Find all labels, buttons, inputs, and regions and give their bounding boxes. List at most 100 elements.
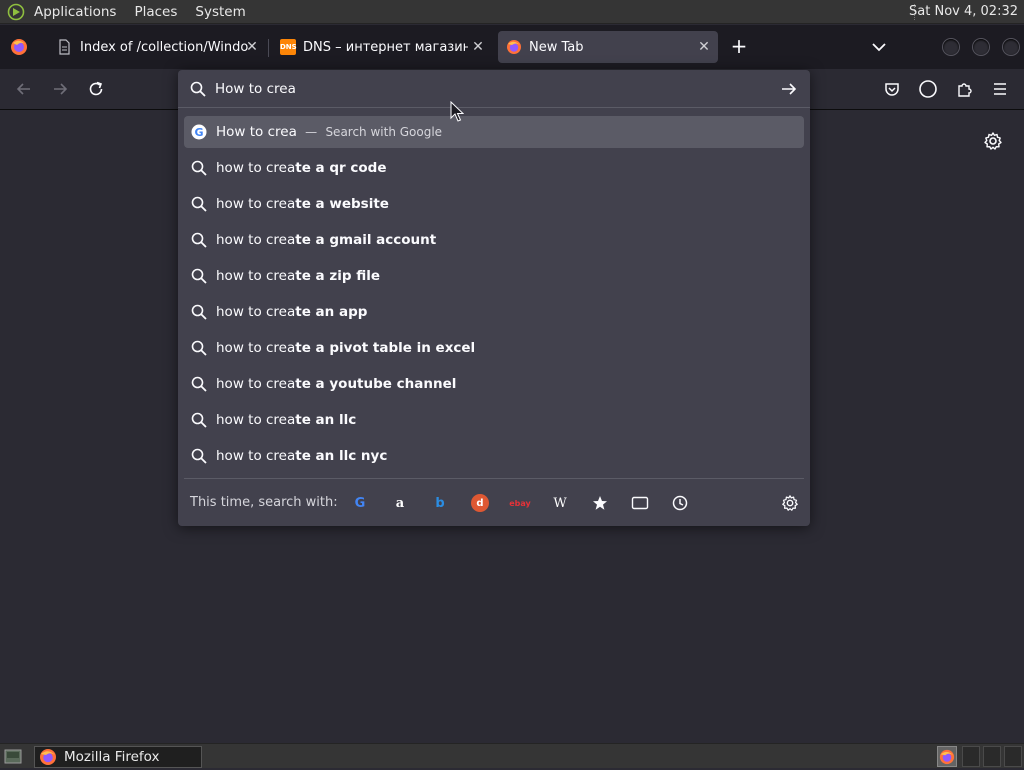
pocket-icon[interactable] [882,79,902,99]
tab-index-of-collection[interactable]: Index of /collection/Window ✕ [46,31,266,63]
suggestion-prefix: how to crea [216,412,296,428]
tray-firefox-icon[interactable] [937,746,957,767]
applications-menu[interactable]: Applications [34,4,116,20]
duckduckgo-engine-icon[interactable]: d [471,494,489,512]
reload-icon[interactable] [86,79,106,99]
suggestion-prefix: how to crea [216,340,296,356]
extensions-icon[interactable] [954,79,974,99]
search-suggestion-row[interactable]: how to create a pivot table in excel [184,330,804,366]
search-icon [190,81,206,97]
customize-new-tab-gear-icon[interactable] [983,131,1003,151]
go-arrow-icon[interactable] [780,81,798,97]
tabs-icon[interactable] [631,494,649,512]
search-suggestion-row[interactable]: how to create a qr code [184,150,804,186]
close-tab-icon[interactable]: ✕ [696,39,712,55]
file-icon [56,39,72,55]
taskbar: Mozilla Firefox [0,743,1024,768]
search-suggestion-row[interactable]: how to create a website [184,186,804,222]
action-separator: — [305,125,318,139]
one-off-search-bar: This time, search with: Ga b d ebay W [184,478,804,526]
suggestion-prefix: how to crea [216,232,296,248]
search-suggestion-row[interactable]: how to create a zip file [184,258,804,294]
workspace-4[interactable] [1004,746,1022,767]
task-label: Mozilla Firefox [64,749,160,765]
suggestion-completion: te an llc [295,412,357,428]
suggestion-completion: te a gmail account [295,232,437,248]
wikipedia-engine-icon[interactable]: W [551,494,569,512]
search-icon [191,196,207,212]
suggestion-prefix: how to crea [216,304,296,320]
search-suggestion-row[interactable]: how to create an llc [184,402,804,438]
search-suggestion-row[interactable]: how to create a youtube channel [184,366,804,402]
account-icon[interactable] [918,79,938,99]
history-clock-icon[interactable] [671,494,689,512]
close-window-button[interactable] [1003,39,1019,55]
maximize-window-button[interactable] [973,39,989,55]
suggestion-prefix: how to crea [216,448,296,464]
suggestions-list: G How to crea — Search with Google how t… [184,116,804,474]
duckduckgo-glyph: d [476,497,484,509]
workspace-3[interactable] [983,746,1001,767]
suggestion-completion: te a qr code [295,160,387,176]
ebay-glyph: ebay [509,498,531,508]
urlbar-input[interactable] [215,78,775,100]
suggestion-text: how to create a website [216,196,389,212]
places-menu[interactable]: Places [134,4,177,20]
suggestion-completion: te a website [295,196,389,212]
top-panel: Applications Places System Sat Nov 4, 02… [0,0,1024,24]
amazon-engine-icon[interactable]: a [391,494,409,512]
suggestion-text: how to create an app [216,304,367,320]
suggestion-completion: te an app [295,304,368,320]
system-menu[interactable]: System [195,4,245,20]
suggestion-text: how to create a youtube channel [216,376,456,392]
tab-new-tab[interactable]: New Tab ✕ [498,31,718,63]
back-arrow-icon[interactable] [14,79,34,99]
workspace-2[interactable] [962,746,980,767]
suggestion-prefix: how to crea [216,196,296,212]
search-icon [191,376,207,392]
search-suggestion-row[interactable]: how to create a gmail account [184,222,804,258]
close-tab-icon[interactable]: ✕ [244,39,260,55]
tab-dns-shop[interactable]: DNS DNS – интернет магазин ц ✕ [272,31,492,63]
tab-title: New Tab [529,39,584,55]
hamburger-menu-icon[interactable] [990,79,1010,99]
suggestion-prefix: how to crea [216,376,296,392]
show-desktop-icon[interactable] [4,749,22,764]
search-icon [191,448,207,464]
urlbar-results-popup: G How to crea — Search with Google how t… [178,70,810,526]
suggestion-text: how to create an llc [216,412,356,428]
tab-bar: Index of /collection/Window ✕ DNS DNS – … [0,25,1024,69]
search-icon [191,340,207,356]
bookmarks-star-icon[interactable] [591,494,609,512]
clock[interactable]: Sat Nov 4, 02:32 [909,4,1018,19]
search-suggestion-row[interactable]: how to create an llc nyc [184,438,804,474]
distro-logo-icon[interactable] [6,2,26,22]
ebay-engine-icon[interactable]: ebay [509,494,531,512]
suggestion-prefix: how to crea [216,160,296,176]
suggestion-text: how to create a qr code [216,160,387,176]
bing-glyph: b [435,495,445,511]
heuristic-text: How to crea — Search with Google [216,124,443,140]
search-icon [191,160,207,176]
search-suggestion-row[interactable]: how to create an app [184,294,804,330]
bing-engine-icon[interactable]: b [431,494,449,512]
forward-arrow-icon[interactable] [50,79,70,99]
firefox-view-icon[interactable] [9,37,29,57]
search-icon [191,232,207,248]
minimize-window-button[interactable] [943,39,959,55]
heuristic-search-row[interactable]: G How to crea — Search with Google [184,116,804,148]
taskbar-firefox-task[interactable]: Mozilla Firefox [34,746,202,768]
tab-title: Index of /collection/Window [80,39,248,55]
close-tab-icon[interactable]: ✕ [470,39,486,55]
search-icon [191,304,207,320]
suggestion-completion: te an llc nyc [295,448,388,464]
suggestion-completion: te a pivot table in excel [295,340,476,356]
firefox-icon [39,748,57,766]
search-settings-gear-icon[interactable] [781,494,799,512]
dns-favicon-icon: DNS [280,39,297,55]
list-all-tabs-icon[interactable] [869,37,889,57]
google-engine-icon[interactable]: G [351,494,369,512]
new-tab-button[interactable]: + [729,36,749,57]
suggestion-text: how to create an llc nyc [216,448,387,464]
suggestion-prefix: how to crea [216,268,296,284]
